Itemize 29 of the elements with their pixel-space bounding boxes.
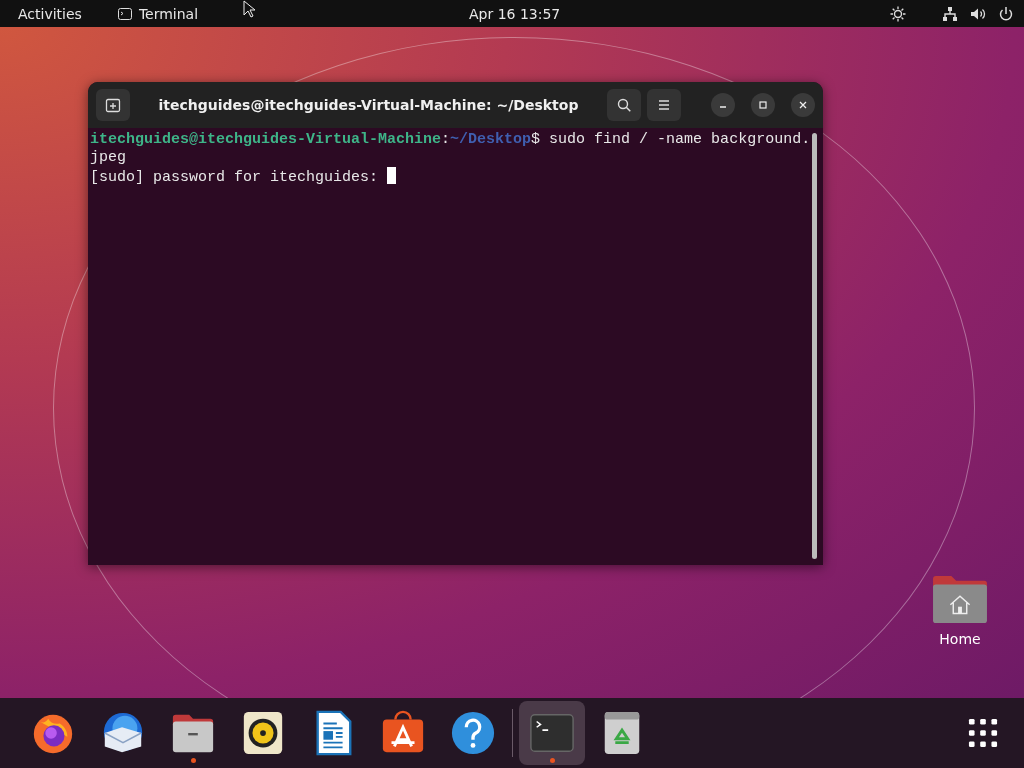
search-button[interactable] [607, 89, 641, 121]
app-grid-icon[interactable] [968, 718, 998, 748]
clock[interactable]: Apr 16 13:57 [469, 5, 561, 22]
search-icon [616, 97, 632, 113]
network-icon[interactable] [942, 5, 958, 22]
new-tab-button[interactable] [96, 89, 130, 121]
menu-button[interactable] [647, 89, 681, 121]
close-button[interactable] [791, 93, 815, 117]
text-cursor [387, 167, 397, 184]
scrollbar[interactable] [812, 133, 817, 559]
window-title: itechguides@itechguides-Virtual-Machine: ~/Desktop [157, 97, 580, 113]
app-menu[interactable]: Terminal [117, 5, 199, 22]
maximize-button[interactable] [751, 93, 775, 117]
power-icon[interactable] [998, 5, 1014, 22]
new-tab-icon [105, 97, 121, 113]
running-indicator-icon [550, 758, 555, 763]
running-indicator-icon [191, 758, 196, 763]
terminal-icon [117, 7, 132, 20]
home-folder-icon[interactable] [931, 573, 989, 625]
brightness-icon[interactable] [890, 5, 906, 22]
activities-button[interactable]: Activities [18, 5, 82, 22]
menu-icon [656, 97, 672, 113]
terminal-line: itechguides@itechguides-Virtual-Machine:~/Desktop$ sudo find / -name background.jpeg [90, 131, 812, 167]
home-label[interactable]: Home [939, 631, 981, 647]
minimize-button[interactable] [711, 93, 735, 117]
close-icon [798, 100, 808, 110]
terminal-line: [sudo] password for itechguides: [90, 167, 814, 187]
help-icon[interactable] [450, 710, 496, 756]
maximize-icon [758, 100, 768, 110]
